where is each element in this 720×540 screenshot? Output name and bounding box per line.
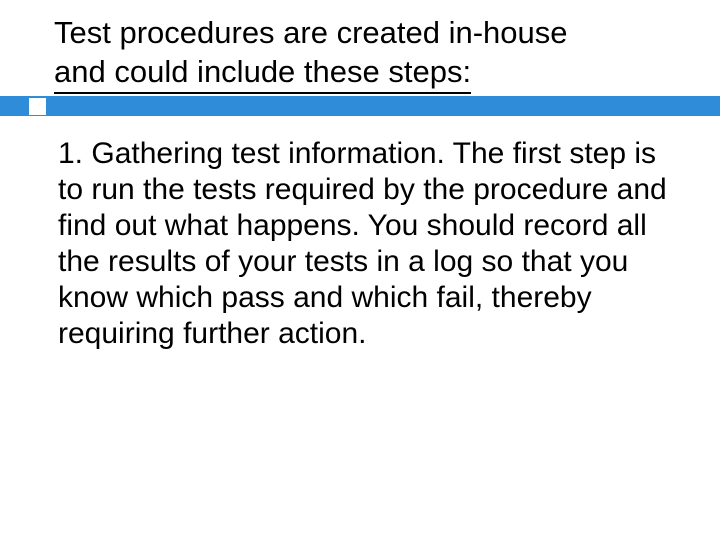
slide: Test procedures are created in-house and…	[0, 0, 720, 540]
title-line-2: and could include these steps:	[54, 53, 680, 94]
bullet-square-icon	[29, 98, 46, 115]
accent-bar	[0, 96, 720, 116]
slide-body: 1. Gathering test information. The first…	[58, 136, 670, 352]
title-line-2-text: and could include these steps:	[54, 53, 471, 94]
body-text: 1. Gathering test information. The first…	[58, 136, 670, 352]
slide-title: Test procedures are created in-house and…	[54, 14, 680, 94]
title-line-1: Test procedures are created in-house	[54, 14, 680, 53]
